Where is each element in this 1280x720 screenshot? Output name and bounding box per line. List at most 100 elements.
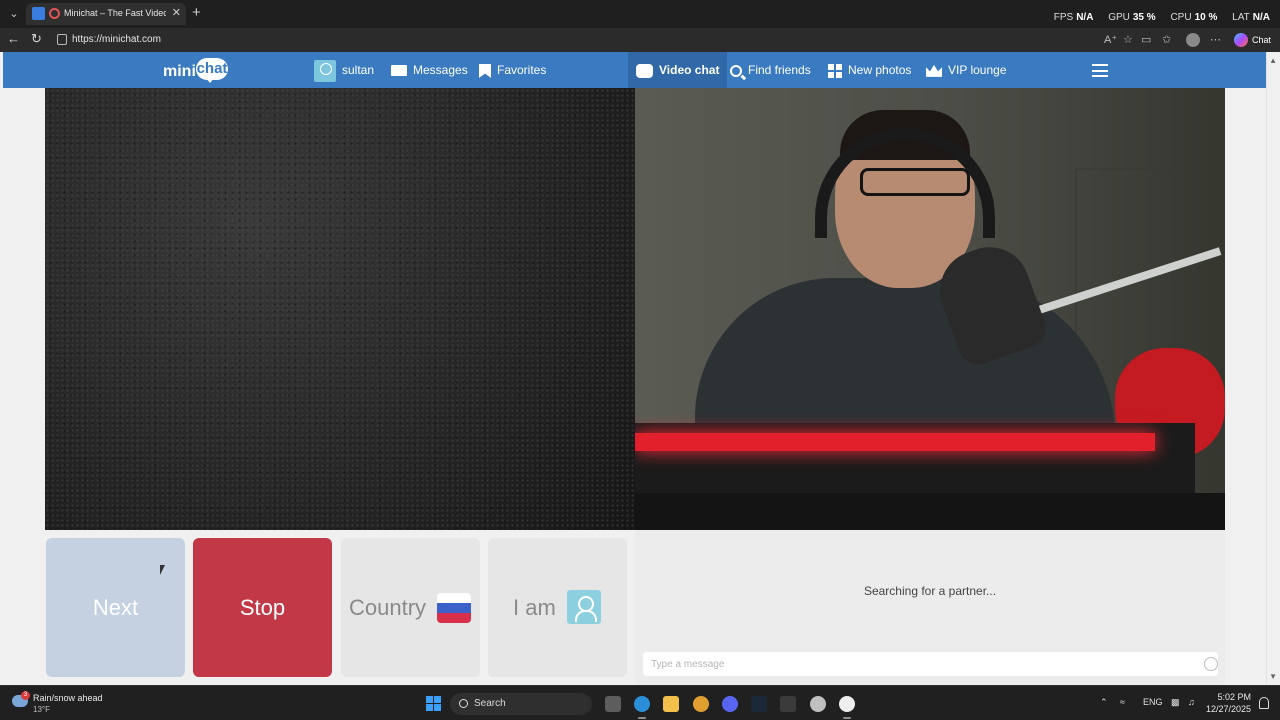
nav-vip-lounge[interactable]: VIP lounge — [926, 52, 1007, 88]
gpu-value: 35 % — [1132, 12, 1156, 23]
bookmark-icon — [479, 63, 491, 78]
lat-value: N/A — [1252, 12, 1270, 23]
task-view-icon[interactable] — [605, 696, 621, 712]
envelope-icon — [391, 65, 407, 77]
weather-title: Rain/snow ahead — [33, 693, 103, 703]
lat-label: LAT — [1232, 12, 1250, 23]
windows-start-icon[interactable] — [426, 696, 441, 711]
message-input[interactable] — [643, 652, 1218, 676]
cpu-value: 10 % — [1194, 12, 1218, 23]
taskbar-search-icon — [459, 699, 468, 708]
file-explorer-icon[interactable] — [663, 696, 679, 712]
copilot-chat-button[interactable]: Chat — [1232, 31, 1275, 49]
taskbar-search-box[interactable]: Search — [450, 693, 592, 715]
nav-video-chat-label: Video chat — [659, 63, 720, 77]
app-active-indicator — [843, 717, 851, 719]
i-am-gender-button[interactable]: I am — [488, 538, 627, 677]
country-button[interactable]: Country — [341, 538, 480, 677]
male-user-icon — [567, 590, 601, 624]
hamburger-menu-icon[interactable] — [1092, 64, 1108, 77]
taskbar-clock-date[interactable]: 12/27/2025 — [1206, 704, 1251, 714]
app-circle-icon[interactable] — [839, 696, 855, 712]
emoji-picker-icon[interactable] — [1204, 657, 1218, 671]
nav-video-chat[interactable]: Video chat — [628, 52, 728, 88]
next-button-label: Next — [92, 595, 139, 620]
browser-tab-minichat[interactable]: Minichat – The Fast Video Ch ✕ — [26, 3, 186, 25]
self-webcam-feed — [635, 88, 1225, 530]
partner-video-feed — [45, 88, 635, 530]
copilot-icon — [1234, 33, 1248, 47]
nav-find-friends[interactable]: Find friends — [730, 52, 811, 88]
nav-new-photos-label: New photos — [848, 63, 912, 77]
fps-value: N/A — [1076, 12, 1094, 23]
tray-monitor-icon[interactable]: ▩ — [1171, 697, 1180, 708]
country-button-label: Country — [349, 595, 427, 620]
i-am-button-label: I am — [513, 595, 556, 620]
edge-browser-icon[interactable] — [634, 696, 650, 712]
tab-list-chevron-icon[interactable]: ⌄ — [4, 5, 24, 23]
tab-close-icon[interactable]: ✕ — [172, 6, 181, 19]
nav-new-photos[interactable]: New photos — [828, 52, 911, 88]
obs-icon[interactable] — [810, 696, 826, 712]
discord-icon[interactable] — [722, 696, 738, 712]
stop-button-label: Stop — [239, 595, 286, 620]
browser-tab-bar: ⌄ Minichat – The Fast Video Ch ✕ + FPSN/… — [0, 0, 1280, 28]
russia-flag-icon — [437, 593, 471, 623]
performance-overlay: FPS N/A GPU 35 % CPU 10 % LAT N/A — [1042, 12, 1270, 23]
back-arrow-icon[interactable]: ← — [7, 31, 20, 46]
url-text: https://minichat.com — [72, 34, 161, 45]
next-button[interactable]: Next — [46, 538, 185, 677]
mouse-cursor-icon — [160, 565, 165, 575]
taskbar-clock-time[interactable]: 5:02 PM — [1217, 692, 1251, 702]
weather-temperature: 13°F — [33, 705, 50, 714]
webcam-keyboard-rgb — [635, 433, 1155, 451]
searching-status: Searching for a partner... — [863, 584, 997, 598]
browser-address-bar: ← ↻ https://minichat.com A⁺ ☆ ▭ ✩ ⋯ — [0, 28, 1280, 52]
tab-title: Minichat – The Fast Video Ch — [64, 8, 166, 18]
nav-messages[interactable]: Messages — [391, 52, 468, 88]
more-menu-icon[interactable]: ⋯ — [1210, 33, 1221, 46]
cpu-label: CPU — [1170, 12, 1192, 23]
nav-vip-lounge-label: VIP lounge — [948, 63, 1007, 77]
read-aloud-icon[interactable]: A⁺ — [1104, 33, 1117, 46]
nav-find-friends-label: Find friends — [748, 63, 811, 77]
nav-messages-label: Messages — [413, 63, 468, 77]
page-scrollbar[interactable]: ▲ ▼ — [1266, 52, 1280, 685]
nav-user-profile[interactable]: sultan — [314, 52, 374, 88]
notification-bell-icon[interactable] — [1259, 697, 1269, 709]
tray-speaker-icon[interactable]: ♫ — [1188, 697, 1195, 707]
tray-overflow-chevron-icon[interactable]: ⌃ — [1100, 697, 1108, 708]
minichat-favicon-icon — [32, 7, 45, 20]
user-avatar-icon — [314, 59, 336, 82]
page-viewport: mini chat sultan Messages Favorites Vide… — [0, 52, 1280, 685]
chrome-icon[interactable] — [693, 696, 709, 712]
url-field[interactable]: https://minichat.com — [52, 30, 1102, 50]
recording-indicator-icon — [49, 8, 60, 19]
tray-network-icon[interactable]: ≈ — [1120, 697, 1125, 707]
refresh-icon[interactable]: ↻ — [31, 31, 42, 47]
favorite-star-icon[interactable]: ☆ — [1123, 33, 1133, 46]
profile-avatar-icon[interactable] — [1186, 33, 1200, 47]
lock-icon — [57, 34, 67, 45]
fps-label: FPS — [1053, 12, 1074, 23]
scroll-up-arrow-icon[interactable]: ▲ — [1269, 56, 1277, 65]
taskbar-search-label: Search — [474, 698, 506, 709]
nav-favorites-label: Favorites — [497, 63, 547, 77]
site-top-nav: mini chat sultan Messages Favorites Vide… — [3, 52, 1266, 88]
stop-button[interactable]: Stop — [193, 538, 332, 677]
favorites-list-icon[interactable]: ✩ — [1162, 33, 1171, 46]
copilot-label: Chat — [1252, 35, 1272, 45]
logo-bubble-tail — [205, 77, 215, 83]
tray-language[interactable]: ENG — [1143, 697, 1163, 707]
video-chat-bubble-icon — [636, 63, 653, 78]
scroll-down-arrow-icon[interactable]: ▼ — [1269, 672, 1277, 681]
media-icon[interactable]: ▭ — [1141, 33, 1151, 46]
static-noise — [45, 88, 635, 530]
gpu-label: GPU — [1108, 12, 1130, 23]
steam-icon[interactable] — [751, 696, 767, 712]
logo-mini-text: mini — [163, 63, 196, 80]
new-tab-plus-icon[interactable]: + — [192, 5, 201, 21]
xbox-icon[interactable] — [780, 696, 796, 712]
nav-favorites[interactable]: Favorites — [479, 52, 546, 88]
nav-username: sultan — [342, 63, 375, 77]
